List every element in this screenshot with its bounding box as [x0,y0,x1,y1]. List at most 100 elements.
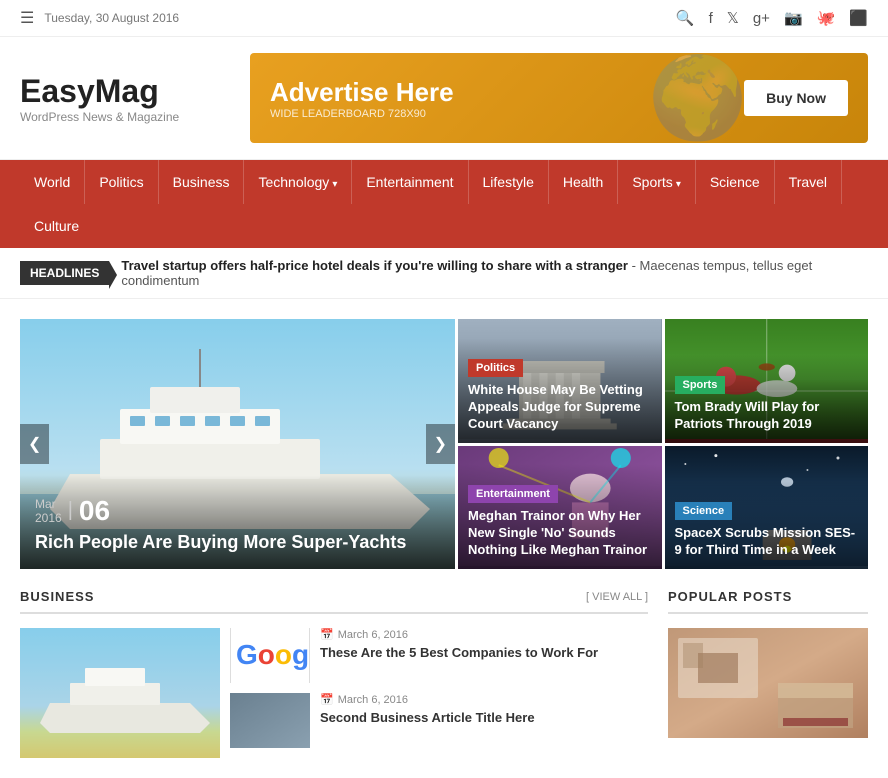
nav-link-health[interactable]: Health [549,160,617,204]
logo-title[interactable]: EasyMag [20,73,220,110]
nav-link-sports[interactable]: Sports▾ [618,160,695,204]
prev-arrow-button[interactable]: ❮ [20,424,49,464]
ad-map-icon: 🌍 [648,53,748,143]
date-display: Tuesday, 30 August 2016 [44,11,179,25]
science-card-overlay: Science SpaceX Scrubs Mission SES-9 for … [665,481,869,569]
business-article-1-text: 📅 March 6, 2016 These Are the 5 Best Com… [320,628,648,683]
github-icon[interactable]: 🐙 [817,9,836,27]
science-article-card[interactable]: Science SpaceX Scrubs Mission SES-9 for … [665,446,869,570]
main-nav: World Politics Business Technology▾ Ente… [0,160,888,248]
nav-item-culture[interactable]: Culture [20,204,93,248]
nav-item-lifestyle[interactable]: Lifestyle [469,160,549,204]
business-view-all-link[interactable]: [ VIEW ALL ] [586,591,648,603]
sports-card-title: Tom Brady Will Play for Patriots Through… [675,399,859,433]
business-section-title: BUSINESS [20,589,94,604]
nav-link-lifestyle[interactable]: Lifestyle [469,160,548,204]
nav-link-politics[interactable]: Politics [85,160,157,204]
politics-article-card[interactable]: Politics White House May Be Vetting Appe… [458,319,662,443]
business-article-1[interactable]: Google 📅 March 6, 2016 These Are the 5 B… [230,628,648,683]
search-icon[interactable]: 🔍 [676,9,695,27]
politics-card-title: White House May Be Vetting Appeals Judge… [468,382,652,433]
nav-link-technology[interactable]: Technology▾ [244,160,351,204]
ad-buy-button[interactable]: Buy Now [744,80,848,116]
politics-category-badge: Politics [468,359,523,377]
calendar-icon: 📅 [320,628,334,641]
popular-section-title: POPULAR POSTS [668,589,792,604]
featured-side-right: Sports Tom Brady Will Play for Patriots … [665,319,869,569]
nav-link-world[interactable]: World [20,160,84,204]
bottom-section: BUSINESS [ VIEW ALL ] [20,589,868,758]
business-main-image [20,628,220,758]
business-articles-list: Google 📅 March 6, 2016 These Are the 5 B… [230,628,648,758]
popular-section-header: POPULAR POSTS [668,589,868,614]
top-bar: ☰ Tuesday, 30 August 2016 🔍 f 𝕏 g+ 📷 🐙 ⬛ [0,0,888,37]
headlines-text: Travel startup offers half-price hotel d… [121,258,868,288]
nav-item-politics[interactable]: Politics [85,160,158,204]
nav-item-world[interactable]: World [20,160,85,204]
google-plus-icon[interactable]: g+ [753,10,770,27]
ad-banner: 🌍 Advertise Here WIDE LEADERBOARD 728X90… [250,53,868,143]
nav-link-entertainment[interactable]: Entertainment [352,160,467,204]
sports-category-badge: Sports [675,376,726,394]
calendar-icon-2: 📅 [320,693,334,706]
facebook-icon[interactable]: f [709,10,713,27]
instagram-icon[interactable]: 📷 [784,9,803,27]
business-article-1-thumb: Google [230,628,310,683]
business-article-2-text: 📅 March 6, 2016 Second Business Article … [320,693,648,748]
entertainment-article-card[interactable]: Entertainment Meghan Trainor on Why Her … [458,446,662,570]
headlines-label: HEADLINES [20,261,109,285]
nav-link-culture[interactable]: Culture [20,204,93,248]
ad-subtitle: WIDE LEADERBOARD 728X90 [270,108,454,120]
headlines-bar: HEADLINES Travel startup offers half-pri… [0,248,888,299]
ad-title: Advertise Here [270,77,454,108]
science-card-title: SpaceX Scrubs Mission SES-9 for Third Ti… [675,525,859,559]
ad-text: Advertise Here WIDE LEADERBOARD 728X90 [270,77,454,120]
social-icons: 🔍 f 𝕏 g+ 📷 🐙 ⬛ [676,9,868,27]
featured-side: Politics White House May Be Vetting Appe… [458,319,662,569]
nav-item-sports[interactable]: Sports▾ [618,160,696,204]
business-article-1-title: These Are the 5 Best Companies to Work F… [320,645,648,662]
featured-main-title: Rich People Are Buying More Super-Yachts [35,531,440,554]
nav-link-science[interactable]: Science [696,160,774,204]
business-article-2-title: Second Business Article Title Here [320,710,648,727]
nav-item-entertainment[interactable]: Entertainment [352,160,468,204]
logo-tagline: WordPress News & Magazine [20,110,220,124]
entertainment-card-title: Meghan Trainor on Why Her New Single 'No… [468,508,652,559]
nav-item-technology[interactable]: Technology▾ [244,160,352,204]
nav-item-health[interactable]: Health [549,160,618,204]
business-article-2-thumb [230,693,310,748]
politics-card-overlay: Politics White House May Be Vetting Appe… [458,338,662,443]
business-section: BUSINESS [ VIEW ALL ] [20,589,648,758]
business-section-header: BUSINESS [ VIEW ALL ] [20,589,648,614]
logo-area: EasyMag WordPress News & Magazine [20,73,220,124]
featured-main-overlay: Mar 2016 | 06 Rich People Are Buying Mor… [20,475,455,569]
featured-main-card[interactable]: ❮ ❯ Mar 2016 | 06 Rich People Are Buying… [20,319,455,569]
nav-list: World Politics Business Technology▾ Ente… [20,160,868,248]
business-article-2-date: 📅 March 6, 2016 [320,693,648,706]
next-arrow-button[interactable]: ❯ [426,424,455,464]
business-article-1-date: 📅 March 6, 2016 [320,628,648,641]
headlines-story[interactable]: Travel startup offers half-price hotel d… [121,258,628,273]
nav-link-travel[interactable]: Travel [775,160,841,204]
nav-link-business[interactable]: Business [159,160,244,204]
menu-icon[interactable]: ☰ [20,8,34,28]
popular-post-image [668,628,868,738]
header: EasyMag WordPress News & Magazine 🌍 Adve… [0,37,888,159]
sports-article-card[interactable]: Sports Tom Brady Will Play for Patriots … [665,319,869,443]
header-wrapper: EasyMag WordPress News & Magazine 🌍 Adve… [0,37,888,160]
top-bar-left: ☰ Tuesday, 30 August 2016 [20,8,179,28]
flickr-icon[interactable]: ⬛ [849,9,868,27]
twitter-icon[interactable]: 𝕏 [727,9,739,27]
featured-grid: ❮ ❯ Mar 2016 | 06 Rich People Are Buying… [20,319,868,569]
nav-item-business[interactable]: Business [159,160,245,204]
science-category-badge: Science [675,502,733,520]
nav-item-science[interactable]: Science [696,160,775,204]
popular-section: POPULAR POSTS [668,589,868,758]
entertainment-card-overlay: Entertainment Meghan Trainor on Why Her … [458,464,662,569]
sports-card-overlay: Sports Tom Brady Will Play for Patriots … [665,355,869,443]
business-article-2[interactable]: 📅 March 6, 2016 Second Business Article … [230,693,648,748]
nav-item-travel[interactable]: Travel [775,160,842,204]
featured-date-month: Mar 2016 [35,497,62,525]
main-content: ❮ ❯ Mar 2016 | 06 Rich People Are Buying… [0,299,888,778]
svg-text:Google: Google [236,639,309,670]
